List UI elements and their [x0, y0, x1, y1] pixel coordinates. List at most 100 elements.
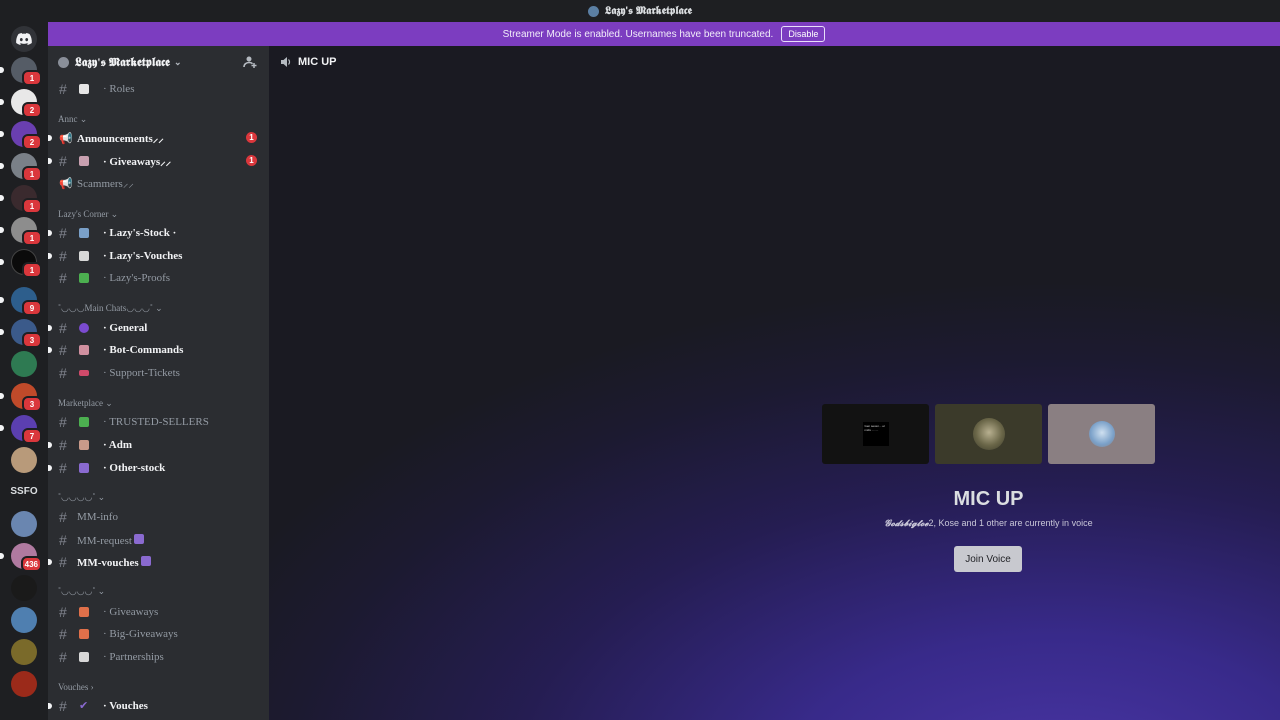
window-title: 𝕷𝖆𝖟𝖞'𝖘 𝕸𝖆𝖗𝖐𝖊𝖙𝖕𝖑𝖆𝖈𝖊 [605, 4, 692, 17]
mention-badge: 2 [22, 134, 42, 150]
server-icon-8[interactable]: 9 [0, 287, 42, 316]
mention-badge: 1 [22, 262, 42, 278]
channel-mm-info[interactable]: # MM-info [48, 507, 269, 527]
channel-sidebar: 𝕷𝖆𝖟𝖞'𝖘 𝕸𝖆𝖗𝖐𝖊𝖙𝖕𝖑𝖆𝖈𝖊 ⌄ # · Roles Annc ⌄ 📢 An… [48, 46, 269, 720]
channel-adm[interactable]: # · Adm [48, 435, 269, 455]
category-annc[interactable]: Annc ⌄ [58, 114, 87, 125]
mention-badge: 1 [22, 198, 42, 214]
unread-dot [48, 703, 52, 709]
mention-badge: 436 [20, 556, 42, 572]
unread-dot [48, 253, 52, 259]
unread-pill [0, 553, 4, 559]
page-icon [79, 84, 89, 94]
unread-pill [0, 259, 4, 265]
hash-icon: # [59, 414, 67, 430]
check-icon [79, 273, 89, 283]
check-icon [79, 417, 89, 427]
check-icon [134, 533, 144, 544]
category-vouches[interactable]: Vouches › [58, 682, 94, 692]
category-lazys-corner[interactable]: Lazy's Corner ⌄ [58, 209, 118, 220]
channel-announcements[interactable]: 📢 Announcements⸝⸝ 1 [48, 128, 269, 148]
server-icon-6[interactable]: 1 [0, 217, 42, 246]
page-icon [79, 652, 89, 662]
channel-big-giveaways[interactable]: # · Big-Giveaways [48, 624, 269, 644]
channel-partnerships[interactable]: # · Partnerships [48, 647, 269, 667]
mention-badge: 1 [22, 70, 42, 86]
server-icon-4[interactable]: 1 [0, 153, 42, 182]
category-main-chats[interactable]: ˚◡◡◡Main Chats◡◡◡˚ ⌄ [58, 303, 163, 314]
channel-lazys-stock[interactable]: # · Lazy's-Stock · [48, 223, 269, 243]
unread-pill [0, 163, 4, 169]
server-icon-14[interactable] [11, 511, 37, 537]
megaphone-icon: 📢 [59, 176, 73, 190]
category-giveaways[interactable]: ˚◡◡◡◡˚ ⌄ [58, 586, 105, 597]
unread-pill [0, 393, 4, 399]
server-icon-11[interactable]: 3 [0, 383, 42, 412]
server-icon-9[interactable]: 3 [0, 319, 42, 348]
participant-tile [935, 404, 1042, 464]
server-icon-13[interactable] [11, 447, 37, 473]
server-icon-7[interactable]: 1 [0, 249, 42, 278]
channel-bot-commands[interactable]: # · Bot-Commands [48, 340, 269, 360]
hash-icon: # [59, 270, 67, 286]
hash-icon: # [59, 604, 67, 620]
hash-icon: # [59, 342, 67, 358]
mention-badge: 1 [246, 132, 257, 143]
channel-scammers[interactable]: 📢 Scammers⸝⸝ [48, 173, 269, 193]
page-icon [79, 251, 89, 261]
discord-home-button[interactable] [11, 26, 37, 52]
channel-support-tickets[interactable]: # · Support-Tickets [48, 363, 269, 383]
unread-pill [0, 329, 4, 335]
category-mm[interactable]: ˚◡◡◡◡˚ ⌄ [58, 492, 105, 503]
server-icon-16[interactable] [11, 575, 37, 601]
hash-icon: # [59, 626, 67, 642]
hash-icon: # [59, 153, 67, 169]
channel-lazys-vouches[interactable]: # · Lazy's-Vouches [48, 246, 269, 266]
channel-roles[interactable]: # · Roles [48, 79, 269, 99]
emoji-icon [79, 156, 89, 166]
unread-dot [48, 559, 52, 565]
streamer-mode-banner: Streamer Mode is enabled. Usernames have… [48, 22, 1280, 46]
hash-icon: # [59, 81, 67, 97]
participant-avatar [1088, 421, 1115, 447]
server-icon-12[interactable]: 7 [0, 415, 42, 444]
disable-streamer-mode-button[interactable]: Disable [781, 26, 826, 42]
voice-channel-title: MIC UP [953, 488, 1024, 510]
add-member-icon[interactable] [243, 55, 257, 69]
gift-icon [79, 629, 89, 639]
server-header[interactable]: 𝕷𝖆𝖟𝖞'𝖘 𝕸𝖆𝖗𝖐𝖊𝖙𝖕𝖑𝖆𝖈𝖊 ⌄ [48, 46, 269, 78]
channel-mm-vouches[interactable]: # MM-vouches [48, 552, 269, 572]
server-icon-19[interactable] [11, 671, 37, 697]
server-ssfo[interactable]: SSFO [4, 486, 44, 497]
hash-icon: # [59, 532, 67, 548]
channel-other-stock[interactable]: # · Other-stock [48, 458, 269, 478]
join-voice-button[interactable]: Join Voice [954, 546, 1022, 572]
server-icon-15[interactable]: 436 [0, 543, 42, 572]
channel-giveaways-annc[interactable]: # · Giveaways⸝⸝ 1 [48, 151, 269, 171]
unread-dot [48, 230, 52, 236]
server-icon-5[interactable]: 1 [0, 185, 42, 214]
server-icon-1[interactable]: 1 [0, 57, 42, 86]
robot-icon [79, 345, 89, 355]
channel-giveaways[interactable]: # · Giveaways [48, 602, 269, 622]
server-icon-10[interactable] [11, 351, 37, 377]
channel-mm-request[interactable]: # MM-request [48, 530, 269, 550]
channel-vouches[interactable]: # ✔ · Vouches [48, 696, 269, 716]
server-list[interactable]: 1 2 2 1 1 1 1 9 3 3 7 SSFO 436 [0, 22, 48, 720]
unread-pill [0, 67, 4, 73]
channel-lazys-proofs[interactable]: # · Lazy's-Proofs [48, 268, 269, 288]
server-icon-18[interactable] [11, 639, 37, 665]
unread-pill [0, 227, 4, 233]
channel-general[interactable]: # · General [48, 318, 269, 338]
check-icon [79, 463, 89, 473]
server-icon-3[interactable]: 2 [0, 121, 42, 150]
channel-header: MIC UP [269, 46, 1280, 78]
server-icon-17[interactable] [11, 607, 37, 633]
channel-trusted-sellers[interactable]: # · TRUSTED-SELLERS [48, 412, 269, 432]
server-icon [58, 56, 69, 68]
category-marketplace[interactable]: Marketplace ⌄ [58, 398, 113, 409]
server-icon-2[interactable]: 2 [0, 89, 42, 118]
unread-pill [0, 425, 4, 431]
emoji-icon [79, 323, 89, 333]
participant-tile: Gen seven... er mids ........ [822, 404, 929, 464]
